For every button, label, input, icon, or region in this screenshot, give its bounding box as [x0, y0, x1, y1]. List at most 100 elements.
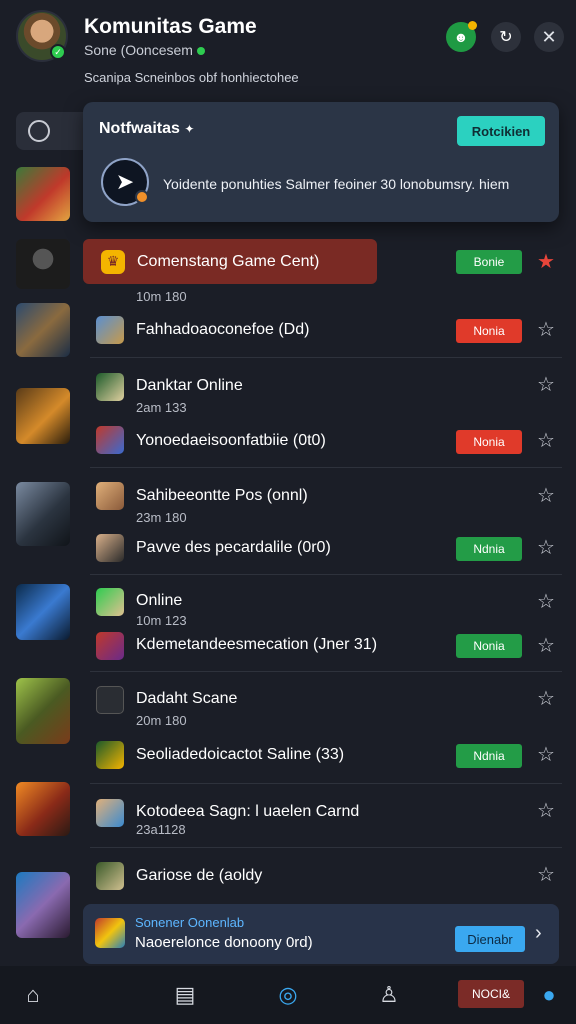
status-badge[interactable]: Ndnia [456, 744, 522, 768]
highlighted-label: Comenstang Game Cent) [137, 252, 320, 270]
favorite-star-icon[interactable]: ☆ [536, 431, 556, 451]
divider [90, 671, 562, 672]
row-title: Kotodeea Sagn: l uaelen Carnd [136, 803, 360, 820]
row-meta: 23m 180 [136, 510, 187, 525]
refresh-button[interactable]: ↻ [491, 22, 521, 52]
game-logo-icon: ➤ [101, 158, 149, 206]
status-badge[interactable]: Ndnia [456, 537, 522, 561]
promo-banner[interactable]: Sonener Oonenlab Naoerelonce donoony 0rd… [83, 904, 559, 964]
notification-dot [468, 21, 477, 30]
online-check-icon: ✓ [50, 44, 66, 60]
highlighted-list-item[interactable]: ♛ Comenstang Game Cent) [83, 239, 377, 284]
divider [90, 574, 562, 575]
favorite-star-icon[interactable]: ☆ [536, 486, 556, 506]
notification-title-text: Notfwaitas [99, 120, 180, 137]
divider [90, 467, 562, 468]
game-thumbnail[interactable] [16, 872, 70, 938]
row-title: Danktar Online [136, 377, 243, 394]
notification-message: Yoidente ponuhties Salmer feoiner 30 lon… [163, 176, 510, 192]
status-badge[interactable]: Bonie [456, 250, 522, 274]
app-description: Scanipa Scneinbos obf honhiectohee [84, 70, 299, 85]
refresh-icon: ↻ [499, 29, 513, 46]
status-badge[interactable]: Nonia [456, 634, 522, 658]
favorite-star-icon[interactable]: ☆ [536, 375, 556, 395]
row-title: Fahhadoaoconefoe (Dd) [136, 321, 310, 338]
game-icon [96, 316, 124, 344]
favorite-star-icon[interactable]: ★ [536, 252, 556, 272]
row-title: Gariose de (aoldy [136, 867, 263, 884]
game-icon [96, 799, 124, 827]
row-title: Online [136, 592, 183, 609]
home-icon[interactable]: ⌂ [18, 980, 48, 1010]
chevron-right-icon[interactable]: › [535, 922, 542, 945]
divider [90, 357, 562, 358]
subtitle-text: Sone (Ooncesem [84, 42, 193, 58]
favorite-star-icon[interactable]: ☆ [536, 636, 556, 656]
notification-action-button[interactable]: Rotcikien [457, 116, 545, 146]
promo-button[interactable]: Dienabr [455, 926, 525, 952]
favorite-star-icon[interactable]: ☆ [536, 745, 556, 765]
favorite-star-icon[interactable]: ☆ [536, 801, 556, 821]
row-meta: 2am 133 [136, 400, 187, 415]
game-icon [96, 373, 124, 401]
row-meta: 10m 123 [136, 613, 187, 628]
logo-badge-icon [135, 190, 149, 204]
user-icon[interactable]: ● [534, 980, 564, 1010]
notification-popup: Notfwaitas ✦ Rotcikien ➤ Yoidente ponuht… [83, 102, 559, 222]
game-icon [96, 588, 124, 616]
divider [90, 783, 562, 784]
favorite-star-icon[interactable]: ☆ [536, 865, 556, 885]
row-meta: 10m 180 [136, 289, 187, 304]
status-badge[interactable]: Nonia [456, 430, 522, 454]
row-title: Dadaht Scane [136, 690, 238, 707]
library-icon[interactable]: ▤ [170, 980, 200, 1010]
game-thumbnail[interactable] [16, 388, 70, 444]
game-icon [96, 534, 124, 562]
favorite-star-icon[interactable]: ☆ [536, 592, 556, 612]
game-icon [96, 686, 124, 714]
game-icon [96, 862, 124, 890]
favorite-star-icon[interactable]: ☆ [536, 689, 556, 709]
bottom-nav: ⌂ ▤ ◎ ♙ NOCI& ● [0, 966, 576, 1024]
row-meta: 20m 180 [136, 713, 187, 728]
smiley-icon [28, 120, 50, 142]
notification-title: Notfwaitas ✦ [99, 120, 194, 138]
favorite-star-icon[interactable]: ☆ [536, 320, 556, 340]
game-thumbnail[interactable] [16, 782, 70, 836]
online-status-icon [196, 47, 205, 56]
app-subtitle: Sone (Ooncesem [84, 42, 205, 58]
compass-icon[interactable]: ◎ [273, 980, 303, 1010]
close-button[interactable]: ✕ [534, 22, 564, 52]
game-icon [96, 741, 124, 769]
row-title: Seoliadedoicactot Saline (33) [136, 746, 345, 763]
row-meta: 23a1128 [136, 822, 186, 837]
game-icon [96, 426, 124, 454]
divider [90, 847, 562, 848]
app-title: Komunitas Game [84, 15, 257, 38]
game-thumbnail[interactable] [16, 303, 70, 357]
close-icon: ✕ [541, 26, 557, 47]
profile-icon[interactable]: ♙ [374, 980, 404, 1010]
group-icon: ☻ [453, 29, 469, 45]
row-title: Pavve des pecardalile (0r0) [136, 539, 331, 556]
game-thumbnail[interactable] [16, 239, 70, 289]
nav-pill-button[interactable]: NOCI& [458, 980, 524, 1008]
promo-label: Sonener Oonenlab [135, 915, 245, 930]
favorite-star-icon[interactable]: ☆ [536, 538, 556, 558]
app-header: ✓ Komunitas Game Sone (Ooncesem Scanipa … [0, 0, 576, 100]
game-thumbnail[interactable] [16, 482, 70, 546]
promo-text: Naoerelonce donoony 0rd) [135, 934, 313, 951]
row-title: Kdemetandeesmecation (Jner 31) [136, 636, 378, 653]
row-title: Sahibeeontte Pos (onnl) [136, 487, 308, 504]
row-title: Yonoedaeisoonfatbiie (0t0) [136, 432, 326, 449]
game-thumbnail[interactable] [16, 584, 70, 640]
status-badge[interactable]: Nonia [456, 319, 522, 343]
game-thumbnail[interactable] [16, 678, 70, 744]
crown-icon: ♛ [101, 249, 125, 274]
game-thumbnail[interactable] [16, 167, 70, 221]
sparkle-icon: ✦ [184, 122, 195, 136]
game-icon [96, 482, 124, 510]
group-button[interactable]: ☻ [446, 21, 477, 52]
promo-image [95, 918, 125, 948]
game-icon [96, 632, 124, 660]
